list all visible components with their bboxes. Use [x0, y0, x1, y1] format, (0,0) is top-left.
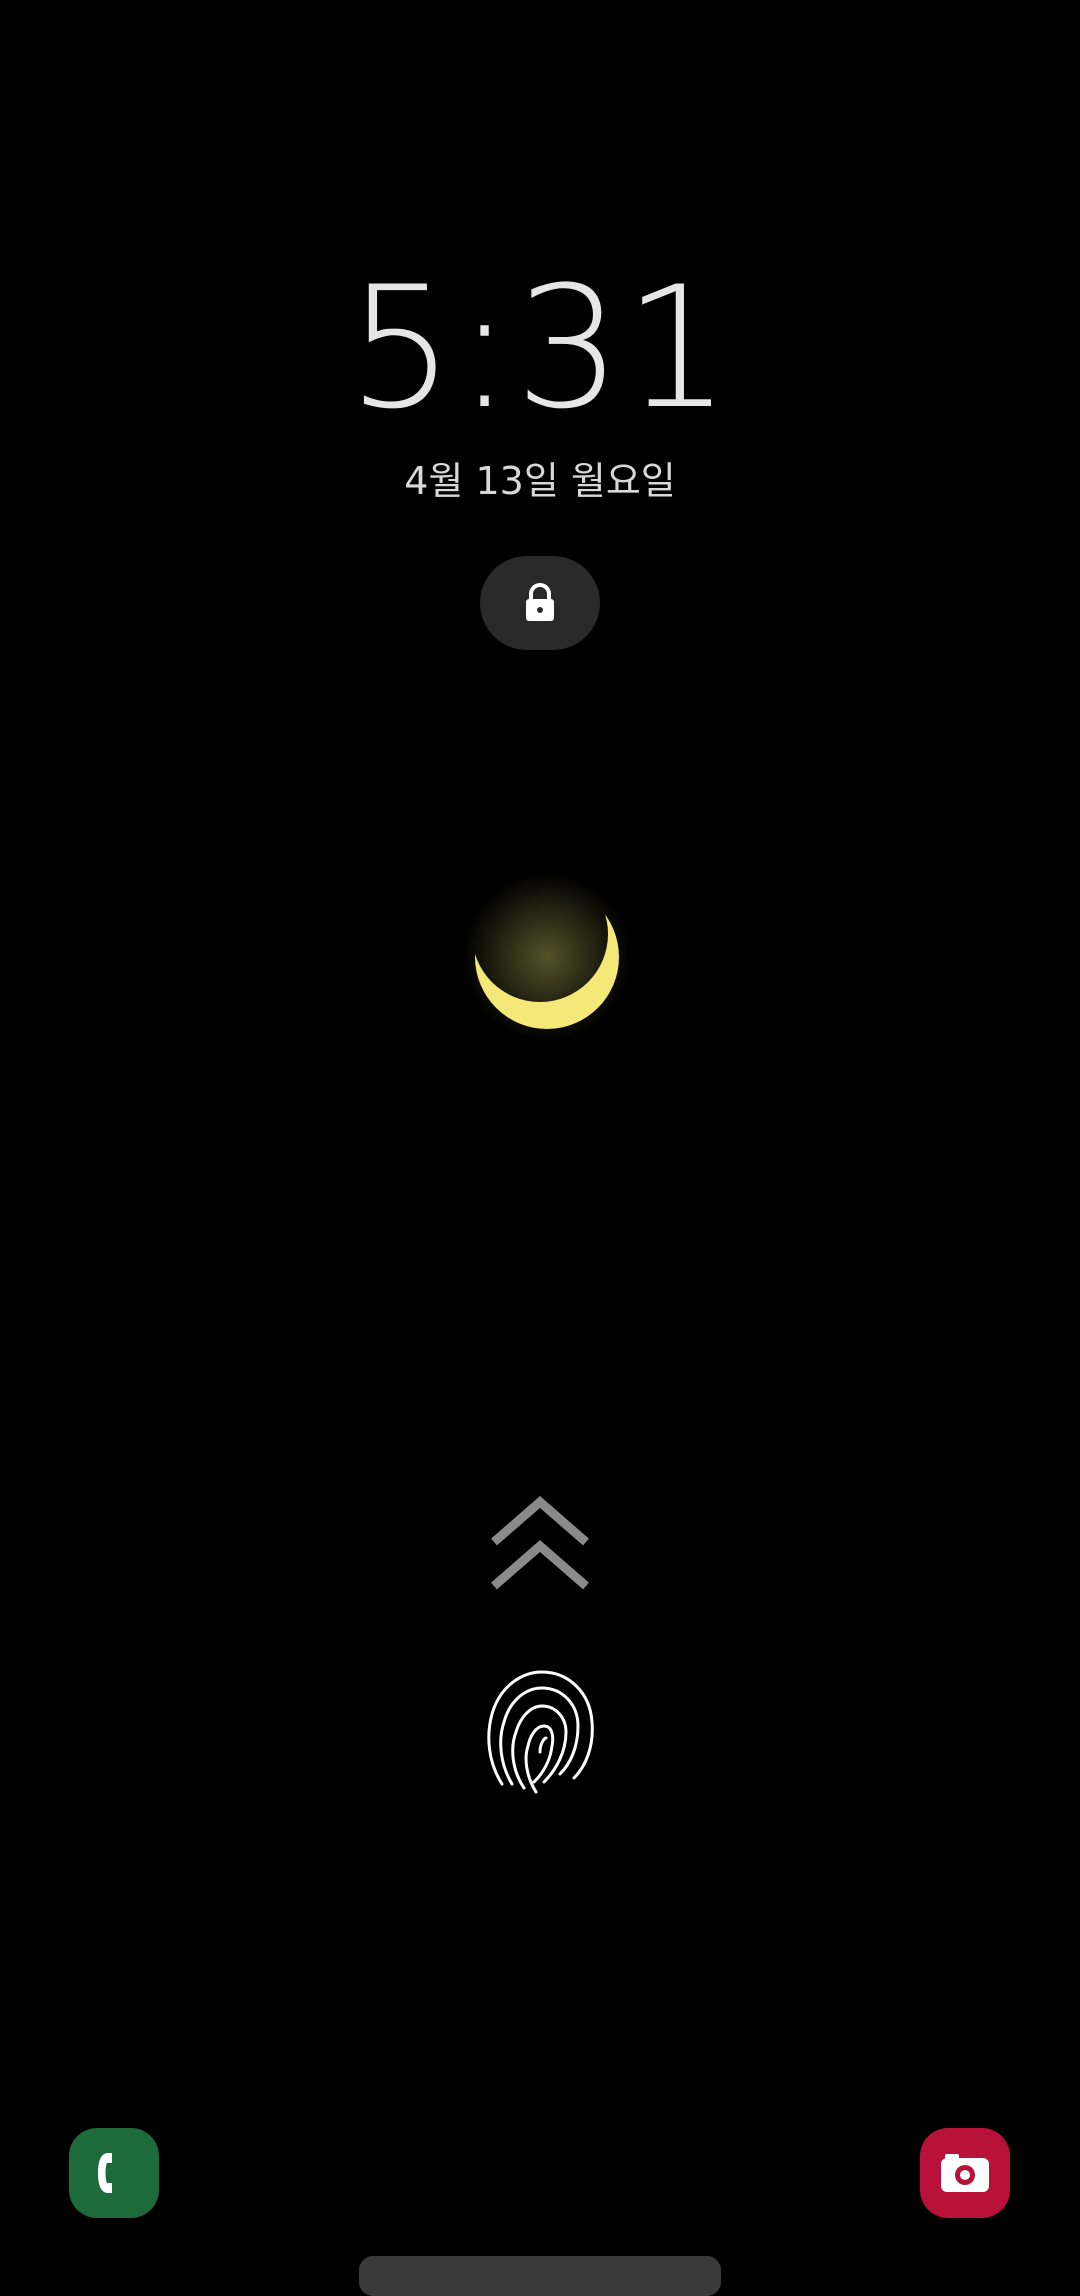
crescent-moon-wallpaper	[463, 873, 631, 1041]
lock-icon	[526, 583, 554, 621]
phone-icon	[98, 2153, 112, 2193]
lock-button[interactable]	[480, 556, 600, 650]
clock-time: 5:31	[347, 250, 733, 446]
double-chevron-up-icon	[491, 1496, 589, 1590]
camera-shortcut-button[interactable]	[920, 2128, 1010, 2218]
date-label: 4월 13일 월요일	[404, 459, 676, 503]
fingerprint-icon[interactable]	[482, 1666, 598, 1800]
phone-shortcut-button[interactable]	[69, 2128, 159, 2218]
camera-icon	[941, 2154, 989, 2192]
home-indicator[interactable]	[359, 2256, 721, 2296]
